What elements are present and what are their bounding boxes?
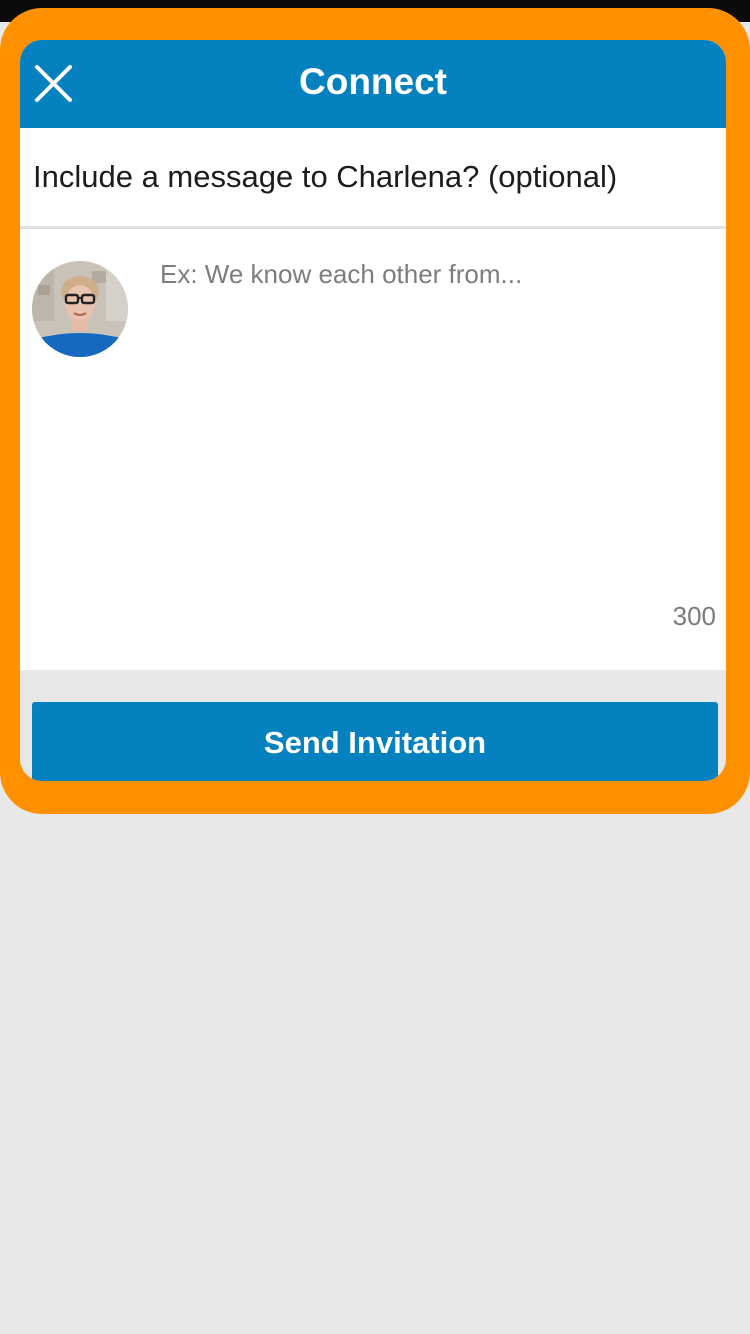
- message-input[interactable]: [160, 255, 710, 615]
- dialog-header: Connect: [20, 40, 726, 128]
- send-invitation-button[interactable]: Send Invitation: [32, 702, 718, 781]
- message-prompt: Include a message to Charlena? (optional…: [33, 159, 618, 194]
- recipient-avatar: [32, 261, 128, 357]
- message-prompt-row: Include a message to Charlena? (optional…: [20, 128, 726, 226]
- screen: Connect Include a message to Charlena? (…: [0, 0, 750, 1334]
- close-button[interactable]: [28, 58, 80, 110]
- compose-area: 300: [20, 229, 726, 670]
- avatar-photo: [32, 261, 128, 357]
- connect-dialog: Connect Include a message to Charlena? (…: [20, 40, 726, 781]
- close-icon: [35, 65, 72, 102]
- character-counter: 300: [672, 601, 716, 631]
- dialog-title: Connect: [299, 61, 447, 102]
